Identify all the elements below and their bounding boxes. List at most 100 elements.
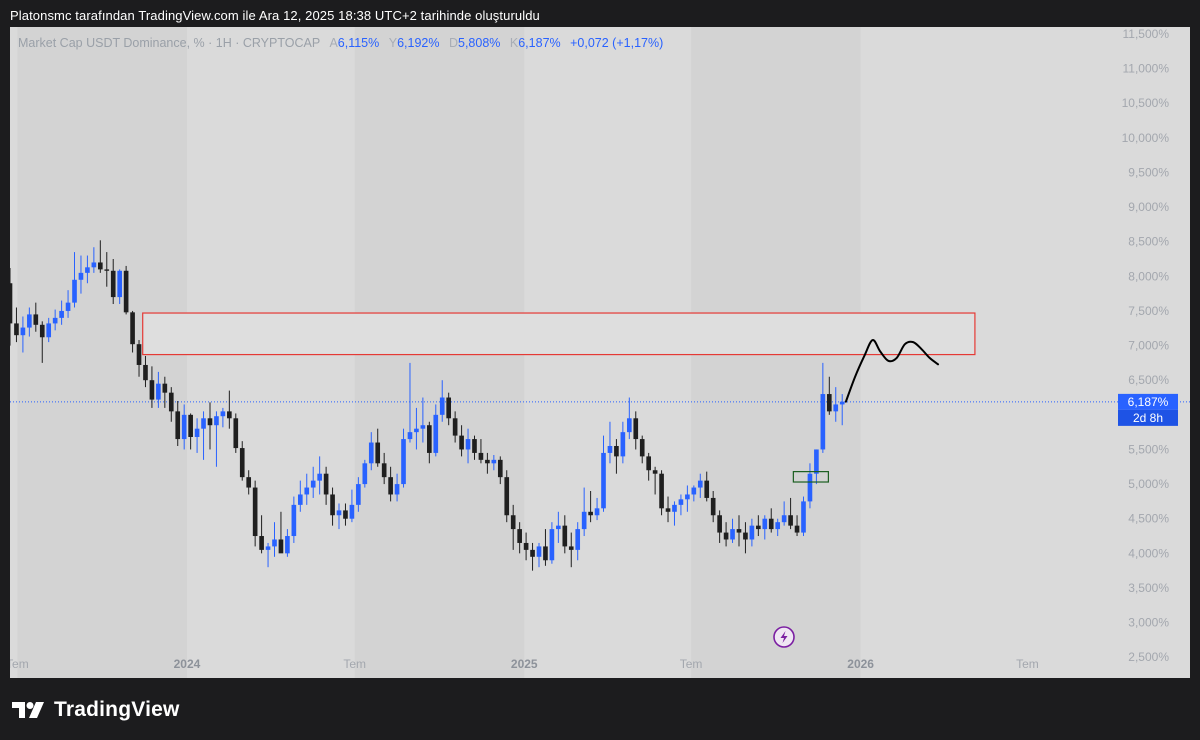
candle-body — [446, 397, 452, 419]
candle-body — [801, 501, 806, 533]
candle-body — [768, 518, 774, 530]
candle-body — [439, 397, 445, 415]
candle-body — [620, 432, 626, 457]
candle-body — [143, 364, 148, 381]
symbol-legend[interactable]: Market Cap USDT Dominance, % · 1H · CRYP… — [18, 36, 663, 50]
candle-body — [794, 525, 800, 533]
candle-body — [149, 380, 155, 400]
y-tick-label: 9,500% — [1128, 165, 1169, 179]
open-value: 6,115% — [337, 36, 380, 50]
candle-body — [156, 383, 161, 400]
candle-body — [536, 546, 542, 557]
candle-body — [168, 392, 174, 412]
y-tick-label: 3,500% — [1128, 581, 1169, 595]
candle-body — [510, 515, 516, 530]
candle-body — [304, 487, 310, 495]
candle-body — [568, 546, 574, 550]
candle-body — [10, 283, 13, 324]
candle-body — [420, 425, 426, 429]
candle-body — [433, 414, 439, 453]
candle-body — [665, 508, 671, 512]
x-tick-label: 2024 — [174, 657, 201, 671]
candle-body — [310, 480, 316, 488]
candle-body — [459, 435, 464, 450]
candle-body — [220, 411, 226, 417]
resistance-zone-layer — [142, 312, 976, 356]
candle-body — [317, 473, 322, 481]
candle-body — [381, 463, 387, 478]
demand-box — [792, 471, 829, 483]
candle-body — [175, 411, 181, 440]
candle-body — [652, 470, 658, 474]
x-tick-label: Tem — [1016, 657, 1039, 671]
candle-body — [278, 539, 284, 554]
candle-body — [523, 542, 529, 550]
candle-body — [633, 418, 639, 440]
y-tick-label: 7,500% — [1128, 304, 1169, 318]
candle-body — [491, 459, 497, 464]
candle-body — [788, 515, 793, 526]
candle-body — [723, 532, 729, 540]
candle-body — [659, 473, 664, 509]
candle-body — [730, 529, 735, 540]
candle-body — [594, 508, 600, 516]
candle-body — [39, 324, 45, 338]
low-value: 5,808% — [458, 36, 501, 50]
candle-body — [207, 418, 213, 426]
demand-box-layer — [792, 471, 829, 483]
candle-body — [833, 404, 839, 412]
candle-body — [517, 529, 522, 543]
y-tick-label: 8,500% — [1128, 235, 1169, 249]
tradingview-footer: TradingView — [12, 698, 180, 722]
candle-body — [285, 536, 290, 554]
candle-body — [601, 452, 606, 509]
chart-caption: Platonsmc tarafından TradingView.com ile… — [10, 8, 540, 23]
candle-body — [672, 504, 677, 512]
candle-body — [465, 439, 471, 450]
y-tick-label: 6,500% — [1128, 373, 1169, 387]
candle-body — [581, 511, 587, 530]
candle-body — [20, 327, 26, 336]
symbol-title: Market Cap USDT Dominance, % · 1H · CRYP… — [18, 36, 320, 50]
candle-body — [685, 494, 690, 500]
candle-body — [52, 317, 58, 324]
price-tag-value: 6,187% — [1128, 395, 1169, 409]
candle-body — [97, 262, 103, 270]
x-tick-label: Tem — [10, 657, 29, 671]
candle-body — [259, 536, 264, 550]
candle-body — [336, 510, 342, 516]
x-tick-label: Tem — [343, 657, 366, 671]
candle-body — [46, 323, 52, 338]
candle-body — [575, 529, 581, 550]
chart-panel[interactable]: 2,500% 3,000% 3,500% 4,000% 4,500% 5,000% 5,50… — [10, 27, 1190, 678]
candle-body — [756, 525, 761, 530]
candle-body — [678, 499, 684, 505]
change-value: +0,072 (+1,17%) — [570, 36, 664, 50]
lightning-icon[interactable] — [773, 626, 795, 648]
y-tick-label: 9,000% — [1128, 200, 1169, 214]
candle-body — [349, 504, 355, 519]
candle-body — [323, 473, 329, 495]
y-tick-label: 5,000% — [1128, 477, 1169, 491]
chart-svg[interactable]: 2,500% 3,000% 3,500% 4,000% 4,500% 5,000% 5,50… — [10, 27, 1190, 678]
candle-body — [252, 487, 258, 537]
close-value: 6,187% — [518, 36, 561, 50]
x-tick-label: 2025 — [511, 657, 538, 671]
candle-body — [504, 477, 510, 516]
candle-body — [414, 428, 419, 433]
candle-body — [362, 463, 368, 485]
candle-body — [356, 484, 361, 505]
candle-body — [78, 272, 84, 280]
resistance-zone — [142, 312, 976, 356]
candle-body — [762, 518, 768, 530]
candle-body — [814, 449, 819, 474]
y-tick-label: 3,000% — [1128, 616, 1169, 630]
candle-body — [136, 344, 142, 365]
candle-body — [639, 439, 645, 457]
low-key: D — [448, 36, 458, 50]
candle-body — [588, 511, 593, 516]
candle-body — [543, 546, 548, 561]
x-tick-label: 2026 — [847, 657, 874, 671]
candle-body — [123, 270, 129, 313]
candle-body — [478, 452, 484, 460]
